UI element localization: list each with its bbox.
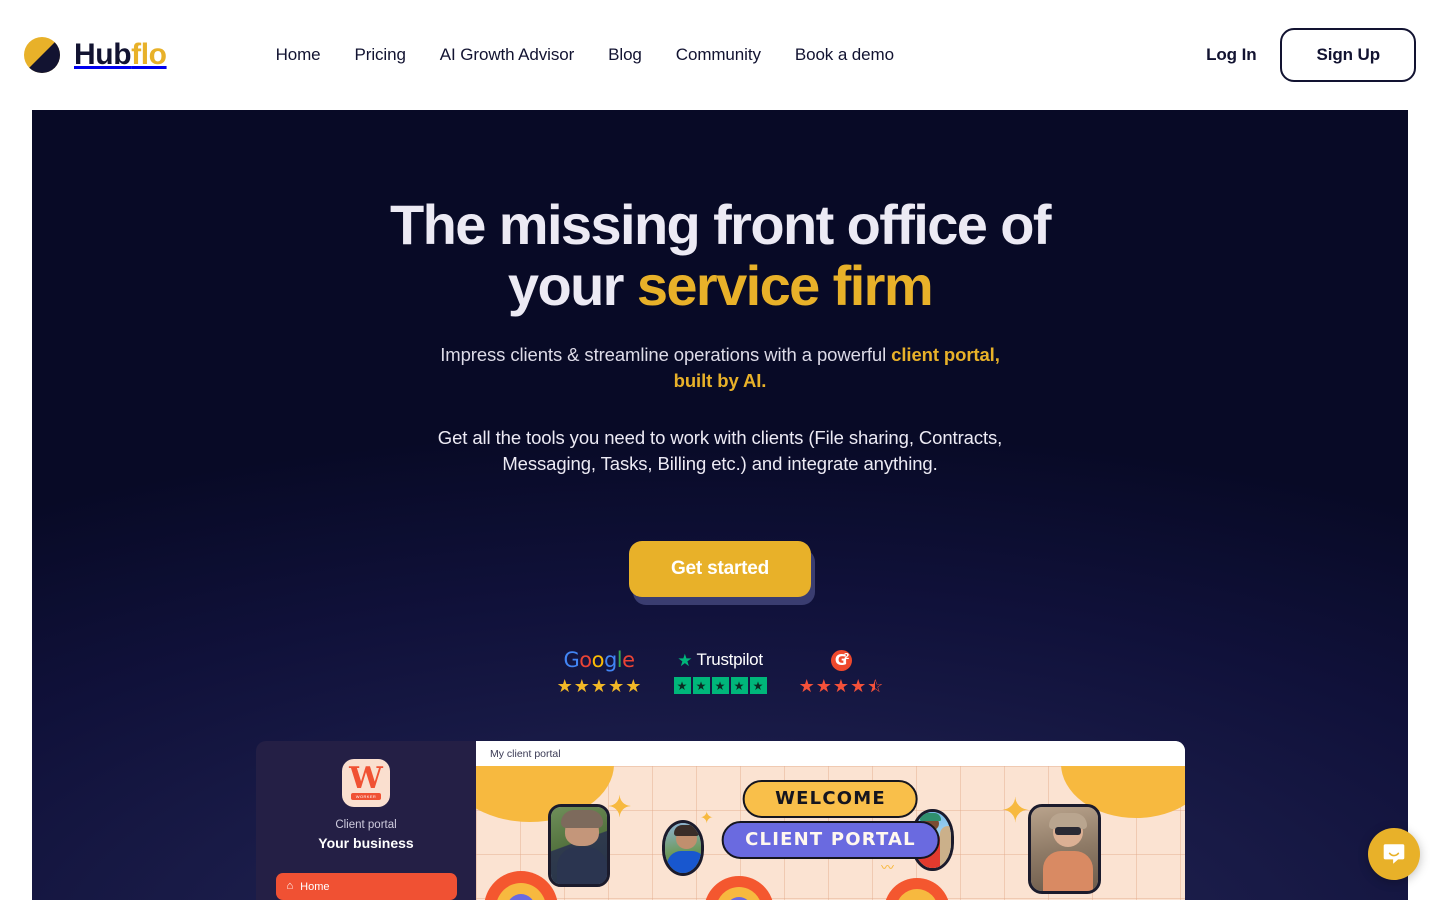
star-icon: ★ xyxy=(832,676,850,697)
g2-logo-icon: G2 xyxy=(830,649,852,671)
nav-item-blog[interactable]: Blog xyxy=(591,45,659,65)
mockup-sidebar: W WORKER Client portal Your business ⌂ H… xyxy=(256,741,476,900)
google-logo-icon: Google xyxy=(563,647,635,672)
hero-subtitle: Impress clients & streamline operations … xyxy=(430,342,1010,395)
star-icon: ★ xyxy=(608,676,625,697)
avatar xyxy=(548,804,610,887)
google-star-rating: ★ ★ ★ ★ ★ xyxy=(557,677,642,695)
cta-container: Get started xyxy=(629,541,815,606)
star-icon: ★ xyxy=(730,677,748,695)
google-letter-3: o xyxy=(591,647,605,672)
hero-subtitle-plain: Impress clients & streamline operations … xyxy=(440,344,892,366)
welcome-banner-line2: CLIENT PORTAL xyxy=(721,821,940,859)
brand-name-part1: Hub xyxy=(74,38,132,71)
review-badges: Google ★★★★★ ★ Trustpilot ★ ★ ★ ★ ★ xyxy=(539,649,902,695)
star-icon: ★ xyxy=(850,676,867,697)
half-star-icon: ☆ xyxy=(867,677,883,695)
hero-body-text: Get all the tools you need to work with … xyxy=(437,426,1003,474)
nav-item-home[interactable]: Home xyxy=(259,45,338,65)
brand-wordmark: Hubflo xyxy=(74,38,167,72)
nav-actions: Log In Sign Up xyxy=(1182,28,1416,82)
mockup-topbar-title: My client portal xyxy=(490,747,561,760)
primary-nav: Home Pricing AI Growth Advisor Blog Comm… xyxy=(259,45,911,65)
sparkle-icon: ✦ xyxy=(1001,792,1030,830)
star-icon: ★ xyxy=(815,676,832,697)
star-icon: ★ xyxy=(798,676,815,697)
log-in-link[interactable]: Log In xyxy=(1182,45,1280,65)
star-icon: ★ xyxy=(673,677,691,695)
hero-title-line2-accent: service firm xyxy=(636,254,934,318)
home-icon: ⌂ xyxy=(286,880,294,892)
brand-name-part2: flo xyxy=(131,38,167,71)
get-started-button[interactable]: Get started xyxy=(629,541,811,598)
avatar xyxy=(1028,804,1101,894)
g2-star-rating: ★ ★ ★ ★ ☆ xyxy=(799,677,884,695)
trustpilot-star-rating: ★ ★ ★ ★ ★ xyxy=(673,677,767,695)
g2-review-badge[interactable]: G2 ★ ★ ★ ★ ☆ xyxy=(781,649,902,695)
mockup-sidebar-item-home[interactable]: ⌂ Home xyxy=(275,873,457,900)
google-review-badge[interactable]: Google ★ ★ ★ ★ ★ xyxy=(539,649,660,695)
google-letter-2: o xyxy=(579,647,592,672)
sparkle-icon: ✦ xyxy=(607,791,633,824)
google-letter-4: g xyxy=(603,647,617,672)
mockup-business-logo-icon: W WORKER xyxy=(342,759,390,807)
hero-title-line2-plain: your xyxy=(507,254,637,318)
hubflo-circle-logo-icon xyxy=(24,37,60,73)
product-screenshot-mockup: W WORKER Client portal Your business ⌂ H… xyxy=(256,741,1185,900)
g2-superscript: 2 xyxy=(843,651,850,661)
mockup-business-name: Your business xyxy=(318,835,414,851)
star-icon: ★ xyxy=(590,676,608,697)
welcome-banner-line1: WELCOME xyxy=(743,780,918,818)
mockup-logo-letter: W xyxy=(349,760,383,796)
google-letter-6: e xyxy=(622,647,635,672)
mockup-portal-label: Client portal xyxy=(335,819,397,831)
star-icon: ★ xyxy=(711,677,729,695)
star-icon: ★ xyxy=(573,676,590,697)
welcome-banner: WELCOME CLIENT PORTAL xyxy=(721,780,940,859)
hero-title-line1: The missing front office of xyxy=(390,193,1052,256)
mockup-sidebar-item-label: Home xyxy=(300,880,330,893)
google-letter-1: G xyxy=(563,647,580,672)
star-icon: ★ xyxy=(625,676,642,697)
brand-logo-link[interactable]: Hubflo xyxy=(24,37,167,73)
trustpilot-review-badge[interactable]: ★ Trustpilot ★ ★ ★ ★ ★ xyxy=(660,649,781,695)
star-icon: ★ xyxy=(749,677,767,695)
avatar xyxy=(662,820,704,876)
trustpilot-wordmark: Trustpilot xyxy=(696,650,763,670)
hero-section: The missing front office of your service… xyxy=(32,110,1408,900)
page-title: The missing front office of your service… xyxy=(370,194,1070,316)
chat-bubble-icon xyxy=(1383,844,1405,864)
squiggle-icon: 〰 xyxy=(881,860,895,875)
nav-item-pricing[interactable]: Pricing xyxy=(338,45,423,65)
nav-item-book-a-demo[interactable]: Book a demo xyxy=(778,45,911,65)
nav-item-community[interactable]: Community xyxy=(659,45,778,65)
star-icon: ★ xyxy=(692,677,710,695)
sparkle-icon: ✦ xyxy=(700,810,714,827)
chat-widget-button[interactable] xyxy=(1368,828,1420,880)
nav-item-ai-growth-advisor[interactable]: AI Growth Advisor xyxy=(423,45,591,65)
star-icon: ★ xyxy=(556,676,573,697)
trustpilot-logo-icon: ★ Trustpilot xyxy=(677,649,763,671)
mockup-logo-sublabel: WORKER xyxy=(350,792,382,800)
sign-up-button[interactable]: Sign Up xyxy=(1280,28,1416,82)
trustpilot-star-icon: ★ xyxy=(677,650,693,670)
mockup-topbar: My client portal xyxy=(476,741,1185,766)
mockup-main-panel: My client portal ✦ ✦ 〰 ✦ WELCOME CLIENT … xyxy=(476,741,1185,900)
top-navigation-bar: Hubflo Home Pricing AI Growth Advisor Bl… xyxy=(0,0,1440,110)
mockup-portal-canvas: ✦ ✦ 〰 ✦ WELCOME CLIENT PORTAL xyxy=(476,766,1185,900)
